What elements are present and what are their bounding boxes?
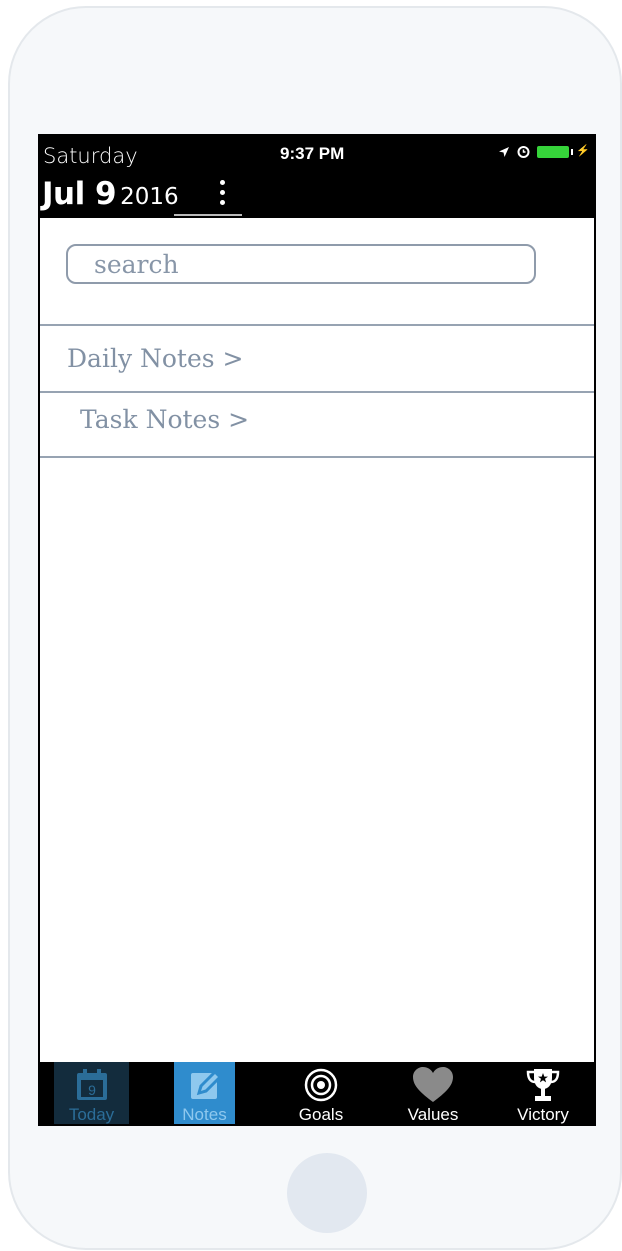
home-button[interactable]	[287, 1153, 367, 1233]
app-screen: Saturday Jul 92016 9:37 PM ⚡ Daily Notes…	[38, 134, 596, 1126]
pencil-icon	[174, 1062, 235, 1108]
tab-victory[interactable]: Victory	[510, 1062, 576, 1124]
date-line: Jul 9 2016	[42, 176, 179, 212]
app-header: Saturday Jul 9 2016 9:37 PM ⚡	[40, 136, 594, 218]
tab-goals[interactable]: Goals	[288, 1062, 354, 1124]
tab-goals-label: Goals	[298, 1105, 344, 1124]
search-box[interactable]	[66, 244, 536, 284]
date-year: 2016	[120, 184, 179, 210]
heart-icon	[400, 1062, 466, 1108]
tab-today[interactable]: 9 Today	[54, 1062, 129, 1124]
calendar-icon: 9	[54, 1062, 129, 1108]
charging-bolt-icon: ⚡	[576, 145, 590, 157]
vertical-ellipsis-icon[interactable]	[216, 180, 228, 210]
search-area	[40, 218, 594, 326]
tab-victory-label: Victory	[517, 1105, 569, 1124]
tab-notes[interactable]: Notes	[174, 1062, 235, 1124]
status-time: 9:37 PM	[280, 144, 345, 163]
tab-today-label: Today	[68, 1105, 115, 1124]
alarm-clock-icon	[517, 145, 530, 158]
day-name: Saturday	[43, 144, 138, 168]
tab-bar: 9 Today Notes Goals Values Victory	[40, 1062, 594, 1124]
daily-notes-row[interactable]: Daily Notes >	[40, 326, 594, 393]
date-main: Jul 9	[42, 176, 117, 212]
target-icon	[288, 1062, 354, 1108]
calendar-day-number: 9	[88, 1082, 96, 1098]
battery-charging-icon	[537, 145, 574, 158]
task-notes-row[interactable]: Task Notes >	[40, 393, 594, 458]
tab-notes-label: Notes	[182, 1105, 227, 1124]
search-input[interactable]	[68, 246, 534, 282]
tab-values[interactable]: Values	[400, 1062, 466, 1124]
date-underline	[174, 214, 242, 216]
trophy-icon	[510, 1062, 576, 1108]
status-icons: ⚡	[498, 145, 590, 158]
tab-values-label: Values	[407, 1105, 459, 1124]
location-arrow-icon	[498, 146, 510, 158]
